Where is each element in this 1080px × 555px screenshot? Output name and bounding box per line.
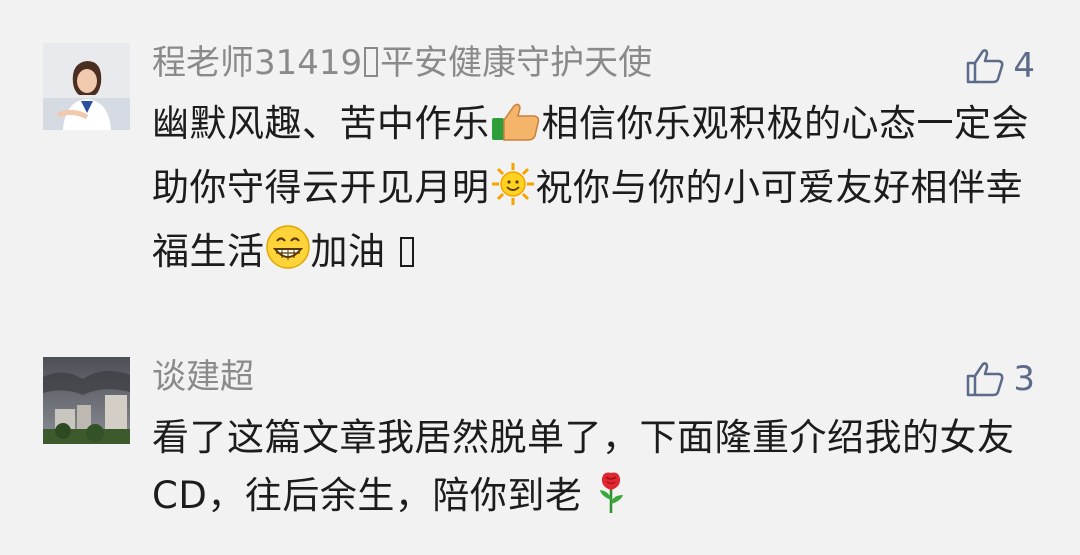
like-button[interactable]: 3	[965, 359, 1035, 399]
comment-text: 幽默风趣、苦中作乐 相信你乐观积极的心态一定会助你守得云开见月明 祝你与你的小可爱友…	[152, 95, 1032, 287]
rose-icon	[595, 470, 627, 531]
thumbs-up-icon	[967, 49, 1004, 84]
missing-glyph-icon	[364, 47, 379, 77]
author-title: 平安健康守护天使	[380, 43, 653, 83]
avatar[interactable]	[43, 43, 130, 130]
like-count: 4	[1013, 46, 1035, 86]
comment-author[interactable]: 程老师31419 平安健康守护天使	[152, 46, 652, 80]
like-button[interactable]: 4	[965, 46, 1035, 86]
comment-author[interactable]: 谈建超	[152, 360, 254, 394]
comment-text-part: 加油	[310, 230, 398, 273]
thumbs-up-icon	[490, 101, 542, 159]
comment-text: 看了这篇文章我居然脱单了，下面隆重介绍我的女友CD，往后余生，陪你到老	[152, 409, 1032, 531]
comment-text-part: 幽默风趣、苦中作乐	[152, 102, 490, 145]
missing-glyph-icon	[399, 237, 414, 267]
author-name: 程老师31419	[152, 43, 363, 83]
grin-icon	[265, 224, 311, 287]
comment-text-part: 看了这篇文章我居然脱单了，下面隆重介绍我的女友CD，往后余生，陪你到老	[152, 416, 1015, 517]
like-count: 3	[1013, 359, 1035, 399]
avatar[interactable]	[43, 357, 130, 444]
sun-icon	[490, 162, 536, 223]
thumbs-up-icon	[967, 362, 1004, 397]
